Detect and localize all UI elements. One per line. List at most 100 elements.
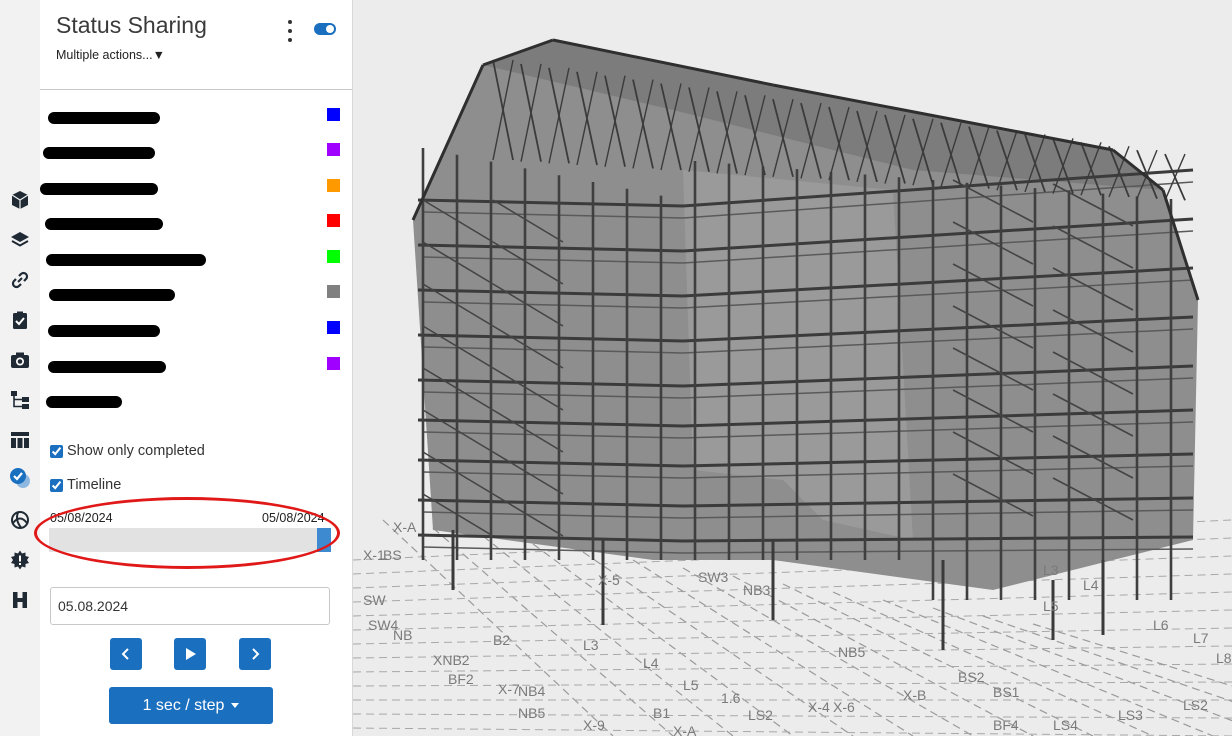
more-options-icon[interactable] (284, 20, 296, 42)
status-item[interactable] (40, 177, 352, 201)
status-item[interactable] (40, 212, 352, 236)
play-icon (186, 648, 196, 660)
status-sharing-toggle[interactable] (314, 23, 336, 35)
settings-gear-icon[interactable] (8, 548, 32, 572)
status-color-swatch[interactable] (327, 285, 340, 298)
grid-axis-label: B1 (653, 705, 670, 721)
tree-structure-icon[interactable] (8, 388, 32, 412)
redacted-status-name (40, 183, 158, 195)
layers-icon[interactable] (8, 228, 32, 252)
redacted-status-name (49, 289, 175, 301)
status-color-swatch[interactable] (327, 321, 340, 334)
grid-axis-label: X-B (903, 687, 926, 703)
grid-axis-label: B2 (493, 632, 510, 648)
grid-axis-label: NB5 (838, 644, 865, 660)
status-color-swatch[interactable] (327, 214, 340, 227)
play-button[interactable] (174, 638, 206, 670)
status-item[interactable] (40, 390, 352, 414)
grid-axis-label: X-4 (808, 699, 830, 715)
step-speed-dropdown[interactable]: 1 sec / step (109, 687, 273, 724)
status-item[interactable] (40, 248, 352, 272)
grid-axis-label: X-7 (498, 681, 520, 697)
timeline-checkbox[interactable]: Timeline (50, 477, 121, 493)
grid-axis-label: L4 (1083, 577, 1099, 593)
status-item[interactable] (40, 319, 352, 343)
grid-axis-label: XNB2 (433, 652, 470, 668)
timeline-label: Timeline (67, 477, 122, 493)
status-color-swatch[interactable] (327, 179, 340, 192)
status-item[interactable] (40, 283, 352, 307)
grid-axis-label: LS3 (1118, 707, 1143, 723)
structure-member (353, 681, 1232, 687)
redacted-status-name (46, 396, 122, 408)
table-icon[interactable] (8, 428, 32, 452)
status-sharing-panel: Status Sharing Multiple actions...▼ Show… (34, 0, 353, 736)
status-item[interactable] (40, 355, 352, 379)
h-logo-icon[interactable] (8, 588, 32, 612)
structure-member (353, 609, 1232, 631)
redacted-status-name (46, 254, 206, 266)
grid-axis-label: NB5 (518, 705, 545, 721)
link-icon[interactable] (8, 268, 32, 292)
grid-axis-label: BS2 (958, 669, 985, 685)
status-color-swatch[interactable] (327, 250, 340, 263)
status-color-swatch[interactable] (327, 108, 340, 121)
grid-axis-label: X-A (673, 723, 697, 736)
structure-member (353, 663, 1232, 673)
status-color-swatch[interactable] (327, 143, 340, 156)
grid-axis-label: BS (383, 547, 402, 563)
show-only-completed-checkbox[interactable]: Show only completed (50, 443, 205, 459)
model-viewport[interactable]: X-A X-1 BS SW SW4 NB XNB2 BF2 X-7 NB4 NB5 X-9 X-A B1 B… (353, 0, 1232, 736)
multiple-actions-dropdown[interactable]: Multiple actions...▼ (56, 48, 165, 62)
redacted-status-name (48, 361, 166, 373)
redacted-status-name (48, 112, 160, 124)
structure-member (832, 591, 1154, 736)
grid-axis-label: X-1 (363, 547, 385, 563)
divider (40, 89, 352, 90)
grid-axis-label: NB3 (743, 582, 770, 598)
grid-axis-label: L5 (1043, 598, 1059, 614)
caret-down-icon (231, 703, 240, 708)
structure-member (353, 627, 1232, 645)
grid-axis-label: X-6 (833, 699, 855, 715)
grid-axis-label: BF2 (448, 671, 474, 687)
grid-axis-label: SW3 (698, 569, 729, 585)
structure-member (353, 727, 1232, 736)
grid-axis-label: L6 (1153, 617, 1169, 633)
grid-axis-label: X-A (393, 519, 417, 535)
current-date-input[interactable] (50, 587, 330, 625)
status-color-swatch[interactable] (327, 357, 340, 370)
structure-member (382, 519, 614, 736)
structure-member (432, 527, 674, 736)
globe-icon[interactable] (8, 508, 32, 532)
show-only-completed-input[interactable] (50, 444, 63, 458)
grid-axis-label: X-9 (583, 717, 605, 733)
chevron-right-icon (252, 648, 260, 660)
clipboard-check-icon[interactable] (8, 308, 32, 332)
grid-axis-label: L7 (1193, 630, 1209, 646)
redacted-status-name (45, 218, 163, 230)
timeline-input[interactable] (50, 478, 63, 492)
step-speed-label: 1 sec / step (142, 696, 225, 714)
cube-icon[interactable] (8, 188, 32, 212)
structure-member (353, 713, 1232, 719)
next-step-button[interactable] (239, 638, 271, 670)
steel-structure-model[interactable]: X-AX-1BSSWSW4NBXNB2BF2X-7NB4NB5X-9 X-AB1B… (353, 0, 1232, 736)
panel-title: Status Sharing (56, 12, 207, 38)
grid-axis-label: SW (363, 592, 386, 608)
grid-axis-label: L3 (583, 637, 599, 653)
grid-axis-label: X-5 (598, 572, 620, 588)
previous-step-button[interactable] (110, 638, 142, 670)
chevron-left-icon (121, 648, 129, 660)
status-sharing-icon[interactable] (8, 466, 32, 490)
status-item[interactable] (40, 141, 352, 165)
structure-member (353, 573, 1232, 603)
camera-icon[interactable] (8, 348, 32, 372)
structure-member (353, 591, 1232, 617)
icon-rail (0, 0, 40, 736)
redacted-status-name (48, 325, 160, 337)
grid-axis-label: LS4 (1053, 717, 1078, 733)
grid-axis-label: 1.6 (721, 690, 741, 706)
status-item[interactable] (40, 106, 352, 130)
red-highlight-annotation (34, 497, 340, 569)
